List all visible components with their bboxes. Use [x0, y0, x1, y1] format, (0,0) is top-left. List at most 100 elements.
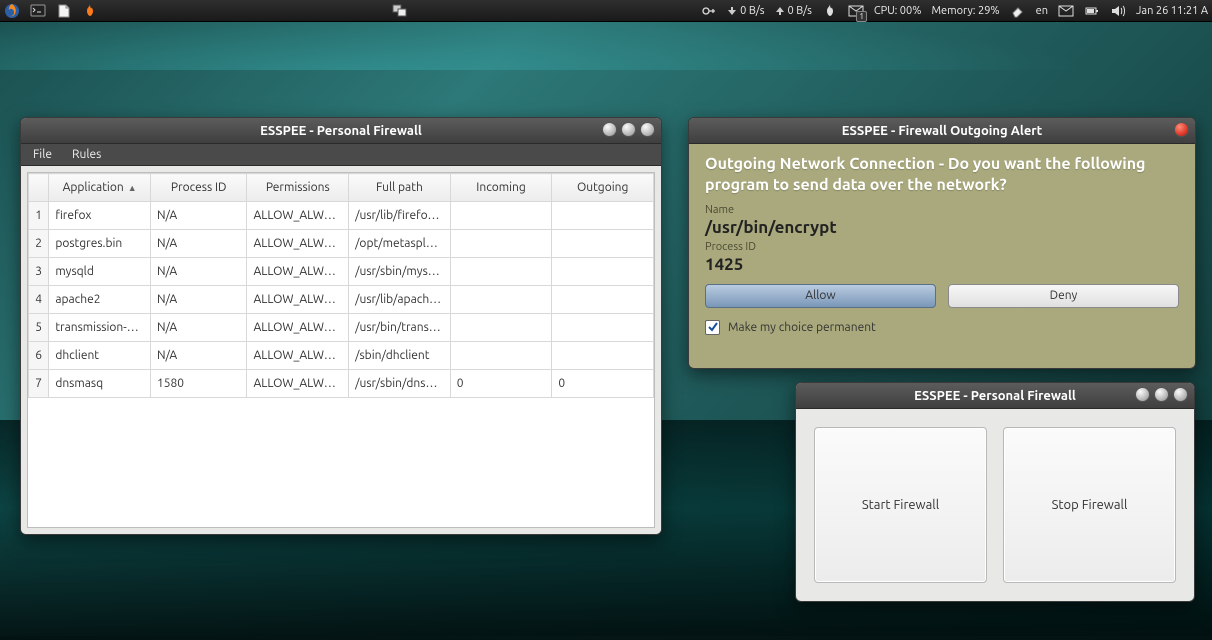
- cell-incoming: [450, 314, 552, 342]
- clock[interactable]: Jan 26 11:21 A: [1136, 5, 1208, 17]
- cell-permissions: ALLOW_ALWAYS: [247, 314, 349, 342]
- window-list-icon[interactable]: [392, 3, 408, 19]
- launcher-firefox-icon[interactable]: [4, 3, 20, 19]
- titlebar[interactable]: ESSPEE - Firewall Outgoing Alert: [689, 118, 1195, 144]
- menu-file[interactable]: File: [33, 148, 52, 161]
- cell-permissions: ALLOW_ALWAYS: [247, 230, 349, 258]
- minimize-button[interactable]: [602, 122, 617, 137]
- messages-icon[interactable]: [1058, 3, 1074, 19]
- cell-outgoing: [552, 230, 654, 258]
- maximize-button[interactable]: [621, 122, 636, 137]
- close-button[interactable]: [1173, 387, 1188, 402]
- battery-icon[interactable]: [1084, 3, 1100, 19]
- cell-outgoing: [552, 202, 654, 230]
- cell-process-id: N/A: [150, 286, 247, 314]
- col-process-id[interactable]: Process ID: [150, 174, 247, 202]
- cell-incoming: [450, 342, 552, 370]
- allow-button[interactable]: Allow: [705, 284, 936, 308]
- cell-index: 6: [29, 342, 49, 370]
- alert-pid-label: Process ID: [705, 241, 1179, 253]
- window-title: ESSPEE - Personal Firewall: [914, 389, 1076, 403]
- cell-process-id: N/A: [150, 314, 247, 342]
- col-outgoing[interactable]: Outgoing: [552, 174, 654, 202]
- close-button[interactable]: [640, 122, 655, 137]
- cell-index: 1: [29, 202, 49, 230]
- mail-tray-icon[interactable]: 1: [848, 3, 864, 19]
- alert-name-label: Name: [705, 204, 1179, 216]
- table-row[interactable]: 4apache2N/AALLOW_ALWAYS/usr/lib/apache2.…: [29, 286, 654, 314]
- close-button[interactable]: [1174, 122, 1189, 137]
- firewall-main-window: ESSPEE - Personal Firewall File Rules Ap…: [20, 117, 662, 535]
- permanent-checkbox[interactable]: [705, 320, 720, 335]
- stop-firewall-button[interactable]: Stop Firewall: [1003, 427, 1176, 583]
- table-row[interactable]: 7dnsmasq1580ALLOW_ALWAYS/usr/sbin/dnsmas…: [29, 370, 654, 398]
- volume-icon[interactable]: [1110, 3, 1126, 19]
- launcher-flame-icon[interactable]: [82, 3, 98, 19]
- cell-process-id: N/A: [150, 342, 247, 370]
- cell-full-path: /sbin/dhclient: [349, 342, 451, 370]
- permanent-label: Make my choice permanent: [728, 321, 876, 334]
- deny-button[interactable]: Deny: [948, 284, 1179, 308]
- cell-permissions: ALLOW_ALWAYS: [247, 202, 349, 230]
- cell-index: 3: [29, 258, 49, 286]
- alert-pid-value: 1425: [705, 255, 1179, 274]
- cell-application: postgres.bin: [49, 230, 151, 258]
- cpu-indicator: CPU: 00%: [874, 5, 922, 17]
- cell-full-path: /opt/metasploit/...: [349, 230, 451, 258]
- col-application[interactable]: Application▲: [49, 174, 151, 202]
- minimize-button[interactable]: [1135, 387, 1150, 402]
- cell-application: dhclient: [49, 342, 151, 370]
- cell-application: mysqld: [49, 258, 151, 286]
- cell-permissions: ALLOW_ALWAYS: [247, 258, 349, 286]
- start-firewall-button[interactable]: Start Firewall: [814, 427, 987, 583]
- rules-table: Application▲ Process ID Permissions Full…: [27, 172, 655, 528]
- cell-outgoing: [552, 258, 654, 286]
- menu-rules[interactable]: Rules: [72, 148, 101, 161]
- firewall-tray-icon[interactable]: [822, 3, 838, 19]
- cell-application: dnsmasq: [49, 370, 151, 398]
- table-row[interactable]: 2postgres.binN/AALLOW_ALWAYS/opt/metaspl…: [29, 230, 654, 258]
- col-index[interactable]: [29, 174, 49, 202]
- cell-outgoing: [552, 314, 654, 342]
- cell-process-id: N/A: [150, 230, 247, 258]
- table-row[interactable]: 6dhclientN/AALLOW_ALWAYS/sbin/dhclient: [29, 342, 654, 370]
- col-full-path[interactable]: Full path: [349, 174, 451, 202]
- cell-application: transmission-gtk: [49, 314, 151, 342]
- col-permissions[interactable]: Permissions: [247, 174, 349, 202]
- cell-full-path: /usr/bin/transmi...: [349, 314, 451, 342]
- table-row[interactable]: 5transmission-gtkN/AALLOW_ALWAYS/usr/bin…: [29, 314, 654, 342]
- top-panel: 0 B/s 0 B/s 1 CPU: 00% Memory: 29% en Ja…: [0, 0, 1212, 22]
- table-row[interactable]: 1firefoxN/AALLOW_ALWAYS/usr/lib/firefox/…: [29, 202, 654, 230]
- launcher-files-icon[interactable]: [56, 3, 72, 19]
- cell-process-id: N/A: [150, 258, 247, 286]
- maximize-button[interactable]: [1154, 387, 1169, 402]
- cell-index: 7: [29, 370, 49, 398]
- language-indicator[interactable]: en: [1036, 5, 1048, 17]
- table-row[interactable]: 3mysqldN/AALLOW_ALWAYS/usr/sbin/mysqld: [29, 258, 654, 286]
- net-up-indicator: 0 B/s: [775, 5, 812, 17]
- window-title: ESSPEE - Firewall Outgoing Alert: [842, 124, 1043, 138]
- eraser-icon[interactable]: [1010, 3, 1026, 19]
- memory-indicator: Memory: 29%: [931, 5, 999, 17]
- cell-outgoing: [552, 342, 654, 370]
- cell-application: firefox: [49, 202, 151, 230]
- mail-badge: 1: [856, 11, 867, 22]
- cell-incoming: 0: [450, 370, 552, 398]
- titlebar[interactable]: ESSPEE - Personal Firewall: [21, 118, 661, 144]
- firewall-control-window: ESSPEE - Personal Firewall Start Firewal…: [795, 382, 1195, 602]
- key-icon[interactable]: [701, 3, 717, 19]
- col-incoming[interactable]: Incoming: [450, 174, 552, 202]
- cell-full-path: /usr/lib/apache2...: [349, 286, 451, 314]
- menubar: File Rules: [21, 144, 661, 166]
- cell-outgoing: [552, 286, 654, 314]
- net-down-indicator: 0 B/s: [727, 5, 764, 17]
- alert-name-value: /usr/bin/encrypt: [705, 218, 1179, 237]
- titlebar[interactable]: ESSPEE - Personal Firewall: [796, 383, 1194, 409]
- firewall-alert-window: ESSPEE - Firewall Outgoing Alert Outgoin…: [688, 117, 1196, 369]
- cell-process-id: 1580: [150, 370, 247, 398]
- cell-permissions: ALLOW_ALWAYS: [247, 286, 349, 314]
- cell-full-path: /usr/sbin/mysqld: [349, 258, 451, 286]
- alert-heading: Outgoing Network Connection - Do you wan…: [705, 154, 1179, 196]
- launcher-terminal-icon[interactable]: [30, 3, 46, 19]
- cell-incoming: [450, 286, 552, 314]
